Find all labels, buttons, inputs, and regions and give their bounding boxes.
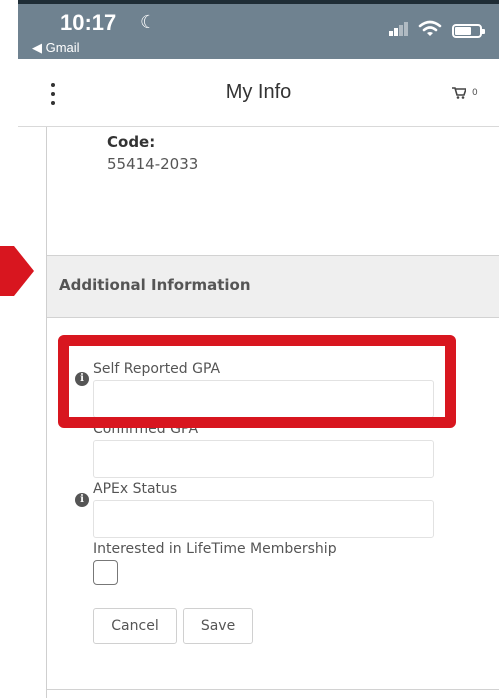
- battery-icon: [452, 24, 485, 38]
- status-bar: 10:17 ☾ ◀ Gmail: [18, 0, 499, 59]
- status-bar-edge: [18, 0, 499, 4]
- signal-icon: [389, 22, 409, 36]
- confirmed-gpa-input[interactable]: [93, 440, 434, 478]
- status-time: 10:17: [60, 10, 117, 35]
- save-button[interactable]: Save: [183, 608, 253, 644]
- apex-status-label: APEx Status: [93, 481, 178, 497]
- cart-icon[interactable]: [452, 87, 466, 99]
- info-icon[interactable]: i: [75, 493, 89, 507]
- annotation-arrow: [0, 246, 34, 296]
- section-title: Additional Information: [59, 276, 251, 294]
- app-header: My Info 0: [18, 59, 499, 127]
- cart-count-badge: 0: [472, 88, 478, 98]
- moon-icon: ☾: [140, 12, 157, 33]
- back-to-app-link[interactable]: ◀ Gmail: [32, 40, 80, 56]
- annotation-highlight-box: [58, 335, 456, 428]
- cancel-button[interactable]: Cancel: [93, 608, 177, 644]
- section-divider: [47, 689, 499, 690]
- membership-checkbox[interactable]: [93, 560, 118, 585]
- zip-code-label: Code:: [107, 133, 156, 151]
- page-title: My Info: [225, 81, 292, 103]
- zip-code-value: 55414-2033: [107, 155, 199, 173]
- additional-info-section-header: Additional Information: [47, 255, 499, 318]
- wifi-icon: [418, 20, 442, 36]
- membership-label: Interested in LifeTime Membership: [93, 541, 337, 557]
- apex-status-input[interactable]: [93, 500, 434, 538]
